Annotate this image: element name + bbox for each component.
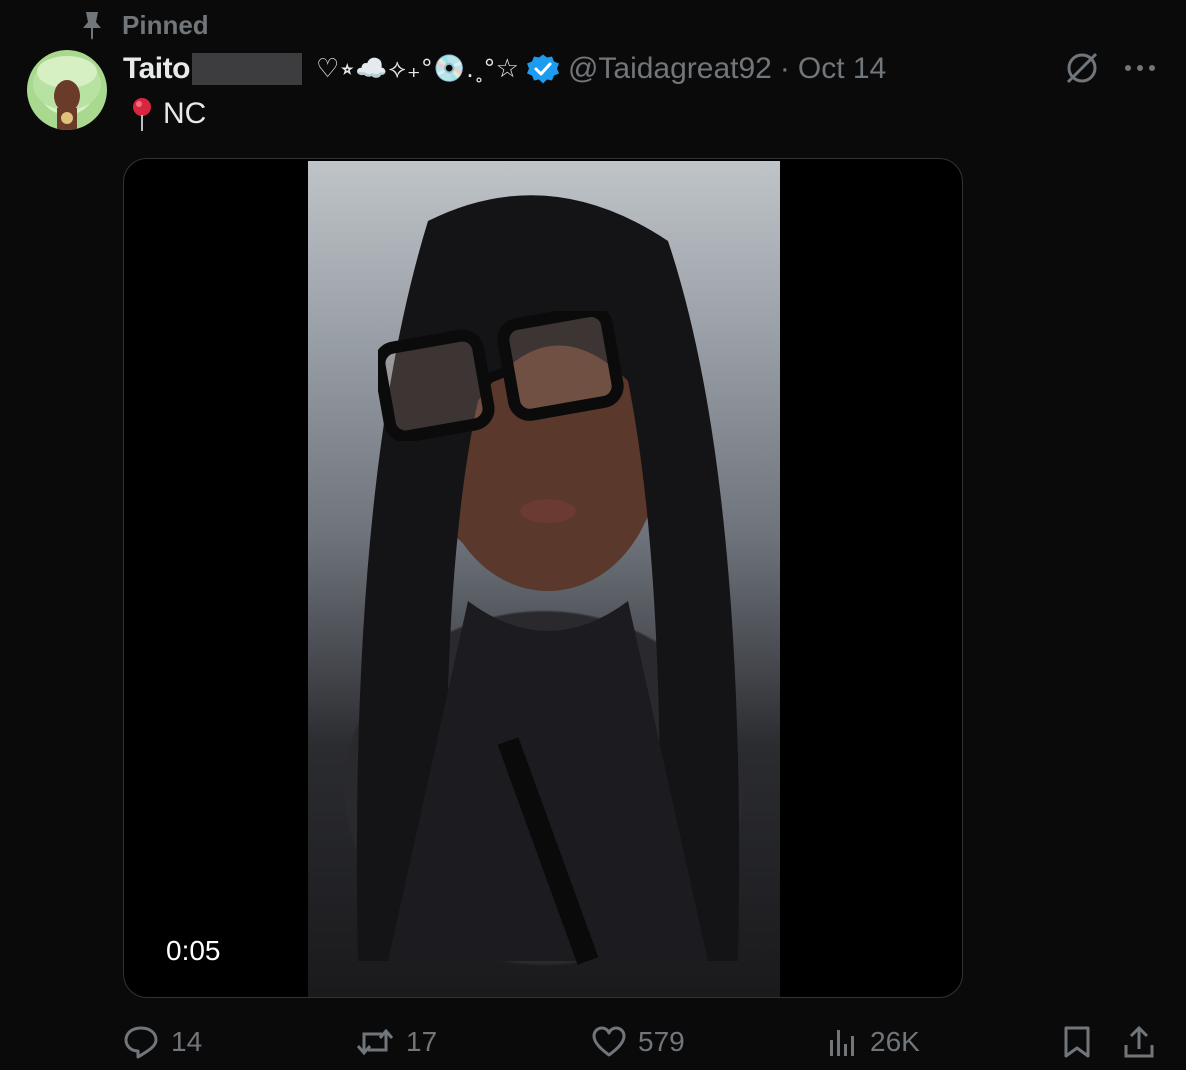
more-options-icon[interactable]	[1124, 63, 1156, 73]
views-count: 26K	[870, 1026, 920, 1057]
repost-icon	[356, 1028, 394, 1056]
tweet-actions-bar: 14 17 579 26K	[123, 1018, 1163, 1066]
pinned-indicator: Pinned	[78, 8, 209, 42]
share-button[interactable]	[1123, 1025, 1167, 1059]
verified-badge-icon[interactable]	[526, 52, 560, 86]
post-text: NC	[127, 94, 206, 134]
repost-count: 17	[406, 1026, 438, 1057]
reply-icon	[124, 1026, 158, 1059]
views-icon	[830, 1030, 854, 1056]
bookmark-button[interactable]	[1063, 1025, 1103, 1059]
tweet-header: Taito ♡⭒☁️⟡₊°💿.˳°☆ @Taidagreat92 · Oct 1…	[123, 48, 886, 90]
tweet-top-actions	[1064, 50, 1156, 86]
video-still-image	[356, 195, 740, 965]
share-icon	[1124, 1025, 1154, 1058]
reply-button[interactable]: 14	[123, 1025, 202, 1059]
header-separator: ·	[779, 52, 790, 85]
video-player[interactable]: 0:05	[123, 158, 963, 998]
tweet-card[interactable]: Pinned Taito ♡⭒☁️⟡₊°💿.˳°☆ @Taidagreat92 …	[0, 0, 1186, 1070]
video-timestamp: 0:05	[154, 933, 233, 969]
grok-icon[interactable]	[1064, 50, 1100, 86]
author-handle[interactable]: @Taidagreat92	[568, 52, 772, 86]
round-pushpin-icon	[127, 96, 157, 132]
like-button[interactable]: 579	[592, 1026, 685, 1058]
bookmark-icon	[1064, 1026, 1090, 1058]
like-count: 579	[638, 1026, 685, 1057]
reply-count: 14	[171, 1026, 203, 1057]
heart-icon	[592, 1026, 626, 1057]
avatar[interactable]	[27, 50, 107, 130]
video-frame[interactable]	[308, 161, 780, 997]
pinned-label: Pinned	[122, 9, 209, 40]
display-name[interactable]: Taito	[123, 52, 190, 86]
location-text: NC	[163, 97, 207, 130]
redacted-name-block	[191, 53, 302, 85]
post-date[interactable]: Oct 14	[798, 52, 886, 86]
repost-button[interactable]: 17	[356, 1026, 437, 1058]
video-glasses-shape	[378, 311, 624, 441]
display-name-decorations: ♡⭒☁️⟡₊°💿.˳°☆	[315, 53, 520, 83]
views-button[interactable]: 26K	[828, 1026, 920, 1058]
pin-icon	[78, 8, 106, 42]
